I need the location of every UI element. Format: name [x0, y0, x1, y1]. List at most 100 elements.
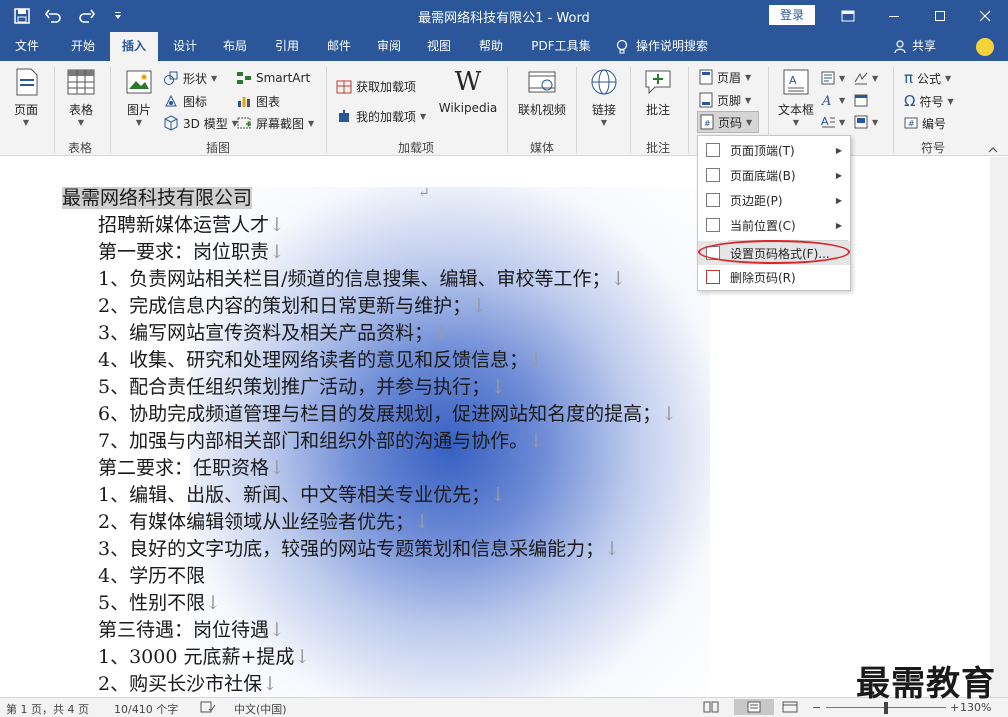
- doc-line[interactable]: 第一要求：岗位职责↓: [98, 237, 285, 264]
- online-video-button[interactable]: 联机视频: [515, 67, 569, 118]
- share-button[interactable]: 共享: [894, 32, 936, 61]
- doc-line[interactable]: 3、良好的文字功底，较强的网站专题策划和信息采编能力；↓: [98, 534, 620, 561]
- proofing-icon[interactable]: [200, 701, 216, 716]
- page-number-button[interactable]: # 页码 ▼: [697, 111, 759, 133]
- comment-button[interactable]: 批注: [638, 67, 678, 118]
- smiley-feedback-icon[interactable]: [976, 38, 994, 56]
- read-mode-icon[interactable]: [703, 701, 719, 716]
- doc-line[interactable]: 2、有媒体编辑领域从业经验者优先；↓: [98, 507, 430, 534]
- web-layout-icon[interactable]: [782, 701, 798, 716]
- minimize-icon[interactable]: [871, 0, 917, 32]
- date-time-button[interactable]: [854, 89, 868, 111]
- header-button[interactable]: 页眉 ▼: [699, 66, 751, 88]
- doc-line[interactable]: 5、性别不限↓: [98, 588, 221, 615]
- screenshot-button[interactable]: 屏幕截图 ▼: [236, 112, 314, 134]
- zoom-out-icon[interactable]: −: [812, 701, 821, 714]
- wikipedia-button[interactable]: W Wikipedia: [436, 67, 500, 115]
- menu-item-top-of-page[interactable]: 页面顶端(T) ▶: [698, 138, 850, 162]
- picture-label: 图片: [126, 103, 151, 117]
- equation-button[interactable]: π 公式 ▼: [904, 67, 951, 89]
- vertical-scrollbar[interactable]: [990, 157, 1008, 697]
- tab-layout[interactable]: 布局: [212, 32, 258, 61]
- doc-line[interactable]: 1、3000 元底薪+提成↓: [98, 642, 310, 669]
- link-button[interactable]: 链接 ▼: [584, 67, 624, 127]
- doc-line[interactable]: 5、配合责任组织策划推广活动，并参与执行；↓: [98, 372, 506, 399]
- chart-button[interactable]: 图表: [236, 90, 280, 112]
- tell-me-search[interactable]: 操作说明搜索: [616, 32, 708, 61]
- selected-text: 最需网络科技有限公司: [62, 187, 253, 209]
- signature-icon: [854, 72, 868, 85]
- drop-cap-icon: A: [821, 115, 835, 128]
- doc-line[interactable]: 4、收集、研究和处理网络读者的意见和反馈信息；↓: [98, 345, 544, 372]
- my-addins-button[interactable]: 我的加载项 ▼: [336, 105, 426, 127]
- word-count[interactable]: 10/410 个字: [114, 701, 178, 717]
- menu-item-remove-page-numbers[interactable]: 删除页码(R): [698, 265, 850, 289]
- tab-mailings[interactable]: 邮件: [316, 32, 362, 61]
- object-button[interactable]: ▼: [854, 111, 878, 133]
- close-icon[interactable]: [962, 0, 1008, 32]
- doc-line[interactable]: 1、编辑、出版、新闻、中文等相关专业优先；↓: [98, 480, 506, 507]
- doc-line[interactable]: 4、学历不限: [98, 561, 205, 588]
- drop-cap-button[interactable]: A ▼: [821, 111, 845, 133]
- doc-line[interactable]: 2、完成信息内容的策划和日常更新与维护；↓: [98, 291, 487, 318]
- tab-view[interactable]: 视图: [416, 32, 462, 61]
- menu-item-current-position[interactable]: 当前位置(C) ▶: [698, 213, 850, 237]
- doc-line[interactable]: 3、编写网站宣传资料及相关产品资料；↓: [98, 318, 449, 345]
- shapes-button[interactable]: 形状 ▼: [163, 67, 217, 89]
- signature-line-button[interactable]: ▼: [854, 67, 878, 89]
- group-label-table: 表格: [67, 141, 92, 155]
- wordart-button[interactable]: A ▼: [821, 89, 845, 111]
- 3d-model-button[interactable]: 3D 模型 ▼: [163, 112, 238, 134]
- doc-line[interactable]: 第三待遇：岗位待遇↓: [98, 615, 285, 642]
- group-label-comment: 批注: [645, 141, 670, 155]
- pages-button[interactable]: 页面 ▼: [8, 67, 44, 127]
- numbering-button[interactable]: # 编号: [904, 112, 946, 134]
- screenshot-label: 屏幕截图: [256, 116, 305, 131]
- symbol-button[interactable]: Ω 符号 ▼: [904, 90, 954, 112]
- doc-line[interactable]: 6、协助完成频道管理与栏目的发展规划，促进网站知名度的提高；↓: [98, 399, 677, 426]
- doc-line[interactable]: 1、负责网站相关栏目/频道的信息搜集、编辑、审校等工作；↓: [98, 264, 626, 291]
- page-number-icon: #: [700, 114, 714, 130]
- line-text: 3、良好的文字功底，较强的网站专题策划和信息采编能力；: [98, 538, 605, 560]
- online-video-label: 联机视频: [517, 103, 566, 117]
- tab-pdf-tools[interactable]: PDF工具集: [522, 32, 600, 61]
- header-label: 页眉: [717, 70, 742, 85]
- table-button[interactable]: 表格 ▼: [62, 67, 100, 127]
- page-count[interactable]: 第 1 页，共 4 页: [6, 701, 89, 717]
- menu-item-bottom-of-page[interactable]: 页面底端(B) ▶: [698, 163, 850, 187]
- numbering-icon: #: [904, 117, 918, 129]
- get-addins-button[interactable]: 获取加载项: [336, 75, 416, 97]
- tab-design[interactable]: 设计: [162, 32, 208, 61]
- icons-button[interactable]: 图标: [163, 90, 207, 112]
- ribbon-display-options-icon[interactable]: [825, 0, 871, 32]
- line-text: 5、配合责任组织策划推广活动，并参与执行；: [98, 376, 491, 398]
- doc-line[interactable]: 第二要求：任职资格↓: [98, 453, 285, 480]
- svg-text:A: A: [821, 115, 829, 128]
- menu-item-page-margins[interactable]: 页边距(P) ▶: [698, 188, 850, 212]
- smartart-button[interactable]: SmartArt: [236, 67, 310, 89]
- tab-file[interactable]: 文件: [4, 32, 50, 61]
- title-bar: 最需网络科技有限公1 - Word 登录: [0, 0, 1008, 32]
- login-button[interactable]: 登录: [769, 5, 815, 25]
- tab-references[interactable]: 引用: [264, 32, 310, 61]
- chevron-down-icon: ▼: [211, 73, 218, 83]
- language[interactable]: 中文(中国): [234, 701, 287, 717]
- tab-help[interactable]: 帮助: [468, 32, 514, 61]
- shapes-icon: [164, 71, 178, 85]
- line-break-mark: ↓: [294, 646, 311, 668]
- print-layout-icon[interactable]: [734, 699, 774, 715]
- doc-line[interactable]: 7、加强与内部相关部门和组织外部的沟通与协作。↓: [98, 426, 544, 453]
- doc-line[interactable]: 招聘新媒体运营人才↓: [98, 210, 285, 237]
- footer-button[interactable]: 页脚 ▼: [699, 89, 751, 111]
- tab-review[interactable]: 审阅: [366, 32, 412, 61]
- maximize-icon[interactable]: [917, 0, 963, 32]
- picture-button[interactable]: 图片 ▼: [120, 67, 158, 127]
- doc-line[interactable]: 2、购买长沙市社保↓: [98, 669, 278, 696]
- table-icon: [65, 67, 97, 97]
- line-break-mark: ↓: [414, 511, 431, 533]
- quick-parts-button[interactable]: ▼: [821, 67, 845, 89]
- tab-insert[interactable]: 插入: [110, 32, 158, 61]
- tab-home[interactable]: 开始: [58, 32, 108, 61]
- doc-title-line[interactable]: 最需网络科技有限公司: [62, 183, 253, 210]
- textbox-button[interactable]: A 文本框 ▼: [775, 67, 817, 127]
